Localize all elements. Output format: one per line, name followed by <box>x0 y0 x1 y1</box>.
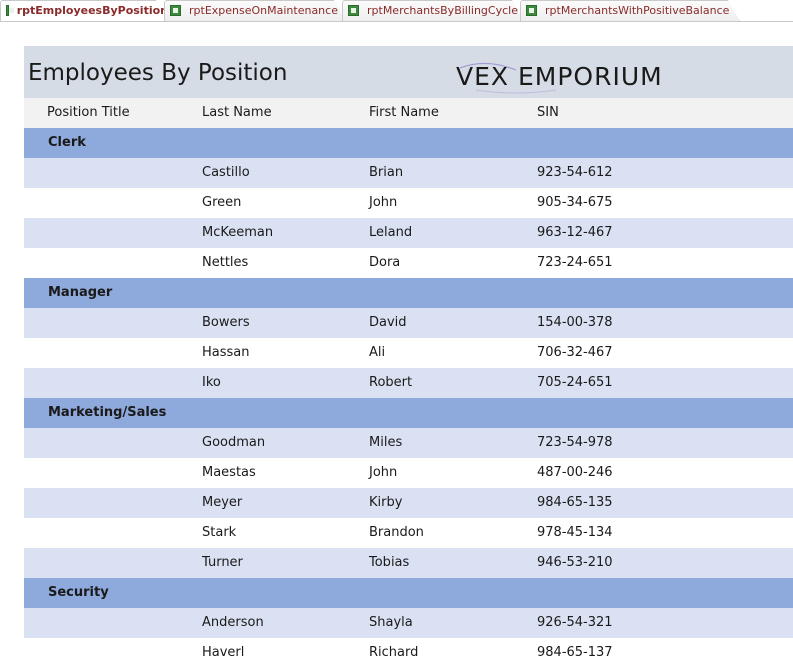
group-header-row: Marketing/Sales <box>24 398 793 428</box>
sin-cell: 154-00-378 <box>537 315 613 330</box>
employee-row: Iko Robert 705-24-651 <box>24 368 793 398</box>
tab-label: rptMerchantsByBillingCycle <box>367 4 518 17</box>
column-header-last-name: Last Name <box>202 105 272 120</box>
document-tab-strip: rptEmployeesByPosition rptExpenseOnMaint… <box>0 0 793 22</box>
employee-row: Maestas John 487-00-246 <box>24 458 793 488</box>
group-position-title: Manager <box>48 285 113 300</box>
sin-cell: 723-54-978 <box>537 435 613 450</box>
report-title: Employees By Position <box>28 60 288 86</box>
sin-cell: 946-53-210 <box>537 555 613 570</box>
last-name-cell: Anderson <box>202 615 264 630</box>
sin-cell: 923-54-612 <box>537 165 613 180</box>
logo-text: VEX EMPORIUM <box>456 62 663 91</box>
last-name-cell: Green <box>202 195 242 210</box>
first-name-cell: David <box>369 315 407 330</box>
sin-cell: 723-24-651 <box>537 255 613 270</box>
company-logo: VEX EMPORIUM <box>456 60 666 94</box>
first-name-cell: Kirby <box>369 495 403 510</box>
column-header-row: Position Title Last Name First Name SIN <box>24 98 793 128</box>
report-icon <box>348 5 359 16</box>
group-header-row: Clerk <box>24 128 793 158</box>
sin-cell: 984-65-137 <box>537 645 613 660</box>
sin-cell: 705-24-651 <box>537 375 613 390</box>
last-name-cell: Haverl <box>202 645 245 660</box>
group-position-title: Clerk <box>48 135 86 150</box>
first-name-cell: John <box>369 195 398 210</box>
sin-cell: 905-34-675 <box>537 195 613 210</box>
group-position-title: Security <box>48 585 109 600</box>
employee-row: Goodman Miles 723-54-978 <box>24 428 793 458</box>
tab-rpt-merchants-with-positive-balance[interactable]: rptMerchantsWithPositiveBalance <box>520 0 740 21</box>
group-position-title: Marketing/Sales <box>48 405 167 420</box>
employee-row: Meyer Kirby 984-65-135 <box>24 488 793 518</box>
tab-label: rptMerchantsWithPositiveBalance <box>545 4 730 17</box>
first-name-cell: Shayla <box>369 615 413 630</box>
sin-cell: 487-00-246 <box>537 465 613 480</box>
sin-cell: 963-12-467 <box>537 225 613 240</box>
last-name-cell: Castillo <box>202 165 250 180</box>
first-name-cell: Robert <box>369 375 413 390</box>
last-name-cell: Maestas <box>202 465 256 480</box>
last-name-cell: Turner <box>202 555 243 570</box>
last-name-cell: Goodman <box>202 435 266 450</box>
tab-rpt-employees-by-position[interactable]: rptEmployeesByPosition <box>0 0 168 21</box>
employee-row: Stark Brandon 978-45-134 <box>24 518 793 548</box>
tab-rpt-expense-on-maintenance[interactable]: rptExpenseOnMaintenance <box>164 0 346 21</box>
sin-cell: 984-65-135 <box>537 495 613 510</box>
first-name-cell: John <box>369 465 398 480</box>
employee-row: Bowers David 154-00-378 <box>24 308 793 338</box>
first-name-cell: Ali <box>369 345 386 360</box>
employee-row: Hassan Ali 706-32-467 <box>24 338 793 368</box>
sin-cell: 978-45-134 <box>537 525 613 540</box>
last-name-cell: Meyer <box>202 495 243 510</box>
employee-row: Nettles Dora 723-24-651 <box>24 248 793 278</box>
report-rows: Clerk Castillo Brian 923-54-612 Green John 905… <box>24 128 793 668</box>
tab-label: rptEmployeesByPosition <box>16 4 168 17</box>
report-header: Employees By Position VEX EMPORIUM <box>24 46 793 98</box>
column-header-sin: SIN <box>537 105 559 120</box>
last-name-cell: Bowers <box>202 315 250 330</box>
first-name-cell: Brian <box>369 165 404 180</box>
employee-row: Anderson Shayla 926-54-321 <box>24 608 793 638</box>
sin-cell: 926-54-321 <box>537 615 613 630</box>
first-name-cell: Brandon <box>369 525 424 540</box>
last-name-cell: Iko <box>202 375 221 390</box>
tab-rpt-merchants-by-billing-cycle[interactable]: rptMerchantsByBillingCycle <box>342 0 524 21</box>
last-name-cell: Stark <box>202 525 237 540</box>
last-name-cell: Hassan <box>202 345 250 360</box>
first-name-cell: Leland <box>369 225 413 240</box>
column-header-first-name: First Name <box>369 105 439 120</box>
sin-cell: 706-32-467 <box>537 345 613 360</box>
employee-row: Green John 905-34-675 <box>24 188 793 218</box>
report-icon <box>6 5 14 16</box>
report-body: Employees By Position VEX EMPORIUM Posit… <box>24 46 793 668</box>
column-header-position-title: Position Title <box>47 105 130 120</box>
report-icon <box>526 5 537 16</box>
first-name-cell: Dora <box>369 255 401 270</box>
first-name-cell: Tobias <box>369 555 410 570</box>
employee-row: McKeeman Leland 963-12-467 <box>24 218 793 248</box>
group-header-row: Manager <box>24 278 793 308</box>
last-name-cell: McKeeman <box>202 225 274 240</box>
employee-row: Castillo Brian 923-54-612 <box>24 158 793 188</box>
first-name-cell: Miles <box>369 435 403 450</box>
employee-row: Turner Tobias 946-53-210 <box>24 548 793 578</box>
last-name-cell: Nettles <box>202 255 249 270</box>
tab-label: rptExpenseOnMaintenance <box>189 4 338 17</box>
employee-row: Haverl Richard 984-65-137 <box>24 638 793 668</box>
report-icon <box>170 5 181 16</box>
first-name-cell: Richard <box>369 645 419 660</box>
group-header-row: Security <box>24 578 793 608</box>
